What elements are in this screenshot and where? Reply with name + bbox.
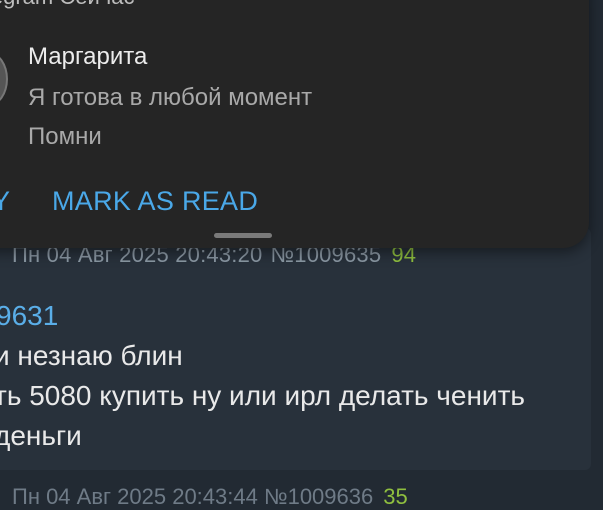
notification-text-line: Помни [28, 123, 102, 150]
message-text-line: деньги [0, 420, 82, 451]
notification-sender: Маргарита [28, 43, 148, 70]
next-message-meta: Пн 04 Авг 2025 20:43:44 №1009636 35 [12, 484, 408, 510]
reply-action-button[interactable]: Y [0, 186, 10, 217]
notification-text-line: Я готова в любой момент [28, 84, 313, 111]
reply-reference-link[interactable]: 9631 [0, 300, 58, 332]
next-message-date: Пн 04 Авг 2025 20:43:44 [12, 484, 258, 509]
notification-card[interactable]: legram Сейчас Маргарита Я готова в любой… [0, 0, 589, 248]
mark-as-read-button[interactable]: MARK AS READ [52, 186, 258, 217]
next-message-number: №1009636 [263, 484, 374, 509]
avatar [0, 52, 8, 106]
next-message-score: 35 [383, 484, 408, 509]
message-text-line: ть 5080 купить ну или ирл делать ченить [0, 380, 525, 411]
drag-handle[interactable] [214, 233, 272, 238]
notification-header: legram Сейчас [0, 0, 134, 10]
close-icon[interactable] [530, 0, 566, 10]
message-text-line: и незнаю блин [0, 340, 183, 371]
